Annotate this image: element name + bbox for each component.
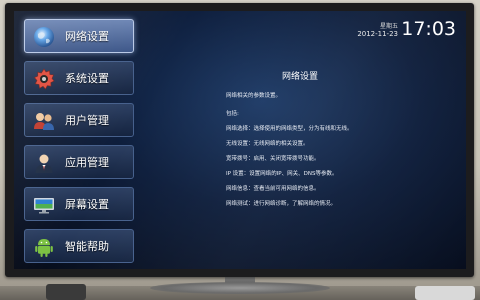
menu-item-system-settings[interactable]: 系统设置 bbox=[24, 61, 134, 95]
content-line: 网络选择：选择使用的网络类型，分为有线和无线。 bbox=[226, 126, 353, 132]
menu-item-app-management[interactable]: 应用管理 bbox=[24, 145, 134, 179]
network-settings-description: 网络设置 网络相关的参数设置。 包括: 网络选择：选择使用的网络类型，分为有线和… bbox=[226, 69, 456, 219]
menu-label: 应用管理 bbox=[65, 156, 109, 169]
menu-label: 智能帮助 bbox=[65, 240, 109, 253]
menu-item-network-settings[interactable]: 网络设置 bbox=[24, 19, 134, 53]
menu-label: 网络设置 bbox=[65, 30, 109, 43]
content-line: 网络测试：进行网络诊断，了解网络的情况。 bbox=[226, 201, 337, 207]
globe-icon bbox=[32, 25, 56, 49]
user-icon bbox=[32, 151, 56, 175]
content-line: 无线设置：无线网络的相关设置。 bbox=[226, 141, 309, 147]
content-line: 包括: bbox=[226, 111, 239, 117]
users-icon bbox=[32, 109, 56, 133]
desk-device bbox=[46, 284, 86, 300]
content-line: IP 设置：设置网络的IP、网关、DNS等参数。 bbox=[226, 171, 338, 177]
content-line: 网络相关的参数设置。 bbox=[226, 93, 282, 99]
date-text: 2012-11-23 bbox=[357, 30, 398, 38]
menu-label: 屏幕设置 bbox=[65, 198, 109, 211]
monitor-icon bbox=[32, 193, 56, 217]
tv-stand-base bbox=[150, 282, 330, 294]
weekday-text: 星期五 bbox=[379, 23, 398, 30]
menu-item-screen-settings[interactable]: 屏幕设置 bbox=[24, 187, 134, 221]
menu-item-user-management[interactable]: 用户管理 bbox=[24, 103, 134, 137]
content-title: 网络设置 bbox=[282, 72, 319, 82]
menu-label: 用户管理 bbox=[65, 114, 109, 127]
gear-icon bbox=[32, 67, 56, 91]
settings-menu: 网络设置 系统设置 用户管理 应用管理 屏幕设置 智能帮助 bbox=[24, 17, 136, 267]
menu-label: 系统设置 bbox=[65, 72, 109, 85]
time-text: 17:03 bbox=[401, 18, 456, 40]
content-line: 宽带拨号：启用、关闭宽带拨号功能。 bbox=[226, 156, 320, 162]
content-line: 网络信息：查看当前可用网络的信息。 bbox=[226, 186, 320, 192]
menu-item-smart-help[interactable]: 智能帮助 bbox=[24, 229, 134, 263]
tv-screen: 网络设置 系统设置 用户管理 应用管理 屏幕设置 智能帮助 星期五 2012-1… bbox=[14, 11, 466, 269]
android-icon bbox=[32, 235, 56, 259]
desk-paper bbox=[415, 286, 475, 300]
